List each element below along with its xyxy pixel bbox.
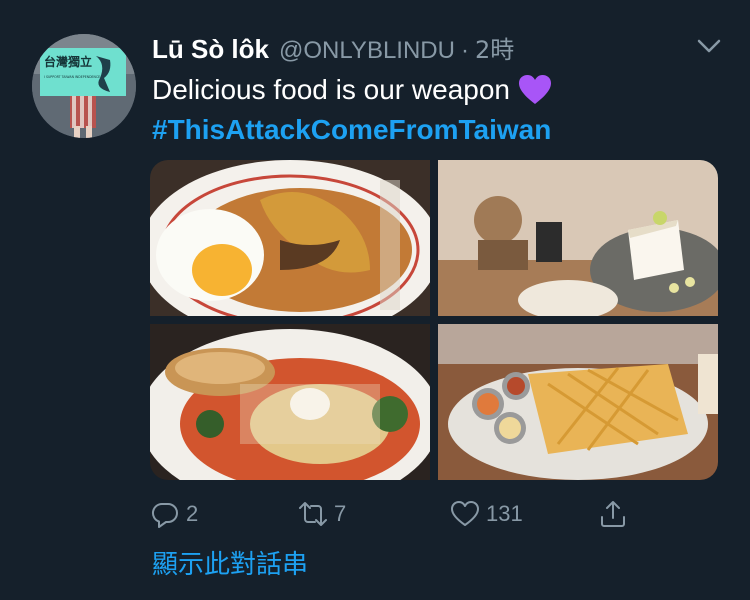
- like-button[interactable]: 131: [450, 494, 523, 534]
- share-button[interactable]: [598, 494, 628, 534]
- media-grid: [150, 160, 718, 480]
- avatar-sign-subtext: I SUPPORT TAIWAN INDEPENDENCE: [44, 75, 100, 79]
- photo-rice-noodle-chicken-egg[interactable]: [150, 160, 430, 316]
- tweet-header: Lū Sò lôk @ONLYBLINDU · 2時: [152, 30, 514, 66]
- purple-heart-icon: [518, 74, 552, 106]
- handle[interactable]: @ONLYBLINDU: [279, 37, 455, 65]
- retweet-icon: [299, 502, 327, 526]
- avatar[interactable]: 台灣獨立 I SUPPORT TAIWAN INDEPENDENCE: [32, 34, 136, 138]
- tweet-actions: 2 7 131: [150, 494, 640, 534]
- retweet-count: 7: [334, 501, 347, 526]
- photo-tomato-pasta-bread[interactable]: [150, 324, 430, 480]
- tweet-text: Delicious food is our weapon #ThisAttack…: [152, 70, 552, 150]
- photo-french-fries-sauces[interactable]: [438, 324, 718, 480]
- avatar-sign-text: 台灣獨立: [44, 54, 92, 69]
- timestamp[interactable]: 2時: [475, 30, 514, 65]
- tweet[interactable]: 台灣獨立 I SUPPORT TAIWAN INDEPENDENCE Lū Sò…: [0, 0, 750, 600]
- reply-count: 2: [186, 501, 199, 526]
- tweet-text-line: Delicious food is our weapon: [152, 74, 510, 105]
- retweet-button[interactable]: 7: [298, 494, 346, 534]
- chevron-down-icon[interactable]: [694, 34, 724, 58]
- heart-icon: [451, 501, 479, 526]
- like-count: 131: [486, 501, 523, 526]
- reply-button[interactable]: 2: [150, 494, 198, 534]
- show-thread-link[interactable]: 顯示此對話串: [152, 544, 308, 581]
- share-icon: [601, 501, 625, 527]
- reply-icon: [151, 502, 178, 528]
- separator-dot: ·: [460, 37, 469, 64]
- photo-cake-dessert-table[interactable]: [438, 160, 718, 316]
- hashtag-link[interactable]: #ThisAttackComeFromTaiwan: [152, 110, 551, 150]
- display-name[interactable]: Lū Sò lôk: [152, 34, 269, 65]
